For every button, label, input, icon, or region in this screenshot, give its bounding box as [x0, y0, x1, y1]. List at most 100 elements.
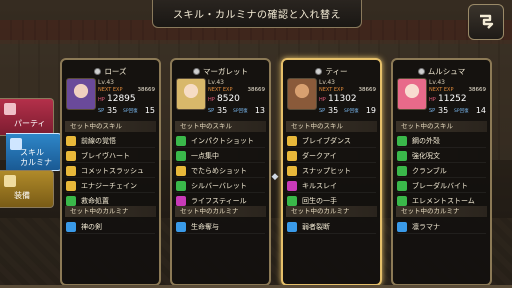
character-portrait — [66, 78, 96, 110]
sp-label: SP — [208, 108, 215, 114]
skill-icon — [397, 150, 407, 161]
tab-equipment-label: 装備 — [14, 191, 30, 200]
skill-slot[interactable]: でたらめショット — [176, 164, 265, 178]
sp-recovery-value: 19 — [365, 106, 376, 115]
skill-name: ブレイヴハート — [81, 151, 130, 160]
character-header: ムルシュマ — [393, 64, 490, 78]
skill-name: コメットスラッシュ — [81, 166, 144, 175]
carmina-name: 生命奪与 — [191, 222, 219, 231]
sp-label: SP — [429, 108, 436, 114]
sp-recovery-value: 14 — [475, 106, 486, 115]
skill-slot[interactable]: ブレイブダンス — [287, 134, 376, 148]
skill-slot[interactable]: インパクトショット — [176, 134, 265, 148]
character-panel[interactable]: マーガレット Lv.43 NEXT EXP 38669 HP 8520 SP 3… — [170, 58, 271, 286]
skill-icon — [66, 165, 76, 176]
party-icon — [4, 103, 16, 115]
character-level: Lv.43 — [98, 79, 114, 86]
character-panel[interactable]: ローズ Lv.43 NEXT EXP 38669 HP 12895 SP 35 … — [60, 58, 161, 286]
skill-icon — [176, 180, 186, 191]
carmina-name: 弱者裂断 — [302, 222, 330, 231]
tab-equipment[interactable]: 装備 — [0, 170, 54, 208]
skill-name: 鋼の外殻 — [412, 136, 440, 145]
skill-slot[interactable]: スナップヒット — [287, 164, 376, 178]
sp-value: 35 — [217, 106, 228, 115]
carmina-slot[interactable]: 生命奪与 — [176, 220, 265, 234]
sp-recovery-value: 13 — [254, 106, 265, 115]
carmina-section-header: セット中のカルミナ — [286, 206, 377, 217]
character-level: Lv.43 — [208, 79, 224, 86]
skill-slot[interactable]: 強化呪文 — [397, 149, 486, 163]
tab-party[interactable]: パーティ — [0, 98, 54, 136]
sp-recovery-label: SP回復 — [233, 109, 248, 114]
back-button[interactable] — [468, 4, 504, 40]
skills-section-header: セット中のスキル — [396, 121, 487, 132]
next-exp-value: 38669 — [137, 87, 156, 93]
carmina-icon — [176, 221, 186, 232]
element-orb-icon — [315, 67, 323, 75]
skill-name: ライフスティール — [191, 196, 247, 205]
character-panel-selected[interactable]: ティー Lv.43 NEXT EXP 38669 HP 11302 SP 35 … — [281, 58, 382, 286]
skill-slot[interactable]: エナジーチェイン — [66, 179, 155, 193]
skill-slot[interactable]: ダークアイ — [287, 149, 376, 163]
skill-icon — [287, 165, 297, 176]
skill-slot[interactable]: クランブル — [397, 164, 486, 178]
skill-icon — [66, 135, 76, 146]
skill-name: エレメントストーム — [412, 196, 475, 205]
next-exp-label: NEXT EXP — [98, 87, 123, 93]
skill-slot[interactable]: コメットスラッシュ — [66, 164, 155, 178]
skill-name: ダークアイ — [302, 151, 337, 160]
carmina-icon — [397, 221, 407, 232]
skill-icon — [397, 180, 407, 191]
carmina-icon — [287, 221, 297, 232]
next-exp-label: NEXT EXP — [319, 87, 344, 93]
equipment-icon — [4, 175, 16, 187]
skill-icon — [176, 195, 186, 206]
skill-slot[interactable]: 一点集中 — [176, 149, 265, 163]
hp-value: 12895 — [107, 94, 136, 104]
next-exp-value: 38669 — [247, 87, 266, 93]
carmina-slot[interactable]: 凛ラマナ — [397, 220, 486, 234]
carmina-section-header: セット中のカルミナ — [175, 206, 266, 217]
character-panel[interactable]: ムルシュマ Lv.43 NEXT EXP 38669 HP 11252 SP 3… — [391, 58, 492, 286]
hp-value: 8520 — [217, 94, 240, 104]
skill-slot[interactable]: ブレーダルバイト — [397, 179, 486, 193]
sp-label: SP — [98, 108, 105, 114]
tab-party-label: パーティ — [14, 119, 46, 128]
skill-icon — [287, 135, 297, 146]
sp-recovery-label: SP回復 — [123, 109, 138, 114]
sp-value: 35 — [107, 106, 118, 115]
character-header: ローズ — [62, 64, 159, 78]
sp-label: SP — [319, 108, 326, 114]
skill-name: 強化呪文 — [412, 151, 440, 160]
carmina-section-header: セット中のカルミナ — [396, 206, 487, 217]
element-orb-icon — [94, 67, 102, 75]
skill-name: エナジーチェイン — [81, 181, 137, 190]
back-arrow-icon — [480, 14, 494, 29]
skill-icon — [176, 150, 186, 161]
skill-name: 救命処置 — [81, 196, 109, 205]
hp-label: HP — [98, 97, 105, 103]
skill-icon — [66, 195, 76, 206]
swap-arrows-icon[interactable]: ◆ — [269, 170, 281, 184]
skill-icon — [397, 165, 407, 176]
skill-slot[interactable]: 前線の覚悟 — [66, 134, 155, 148]
character-header: ティー — [283, 64, 380, 78]
carmina-icon — [66, 221, 76, 232]
skill-name: インパクトショット — [191, 136, 254, 145]
skill-slot[interactable]: キルスレイ — [287, 179, 376, 193]
skill-name: 前線の覚悟 — [81, 136, 116, 145]
carmina-name: 神の剣 — [81, 222, 102, 231]
skill-slot[interactable]: 鋼の外殻 — [397, 134, 486, 148]
carmina-slot[interactable]: 神の剣 — [66, 220, 155, 234]
carmina-slot[interactable]: 弱者裂断 — [287, 220, 376, 234]
tab-skill-carmina[interactable]: スキル カルミナ — [6, 133, 62, 171]
skills-section-header: セット中のスキル — [286, 121, 377, 132]
element-orb-icon — [417, 67, 425, 75]
next-exp-label: NEXT EXP — [429, 87, 454, 93]
skill-slot[interactable]: シルバーバレット — [176, 179, 265, 193]
skill-name: でたらめショット — [191, 166, 247, 175]
skill-slot[interactable]: ブレイヴハート — [66, 149, 155, 163]
character-name: ムルシュマ — [427, 66, 466, 76]
sp-recovery-label: SP回復 — [454, 109, 469, 114]
character-portrait — [176, 78, 206, 110]
